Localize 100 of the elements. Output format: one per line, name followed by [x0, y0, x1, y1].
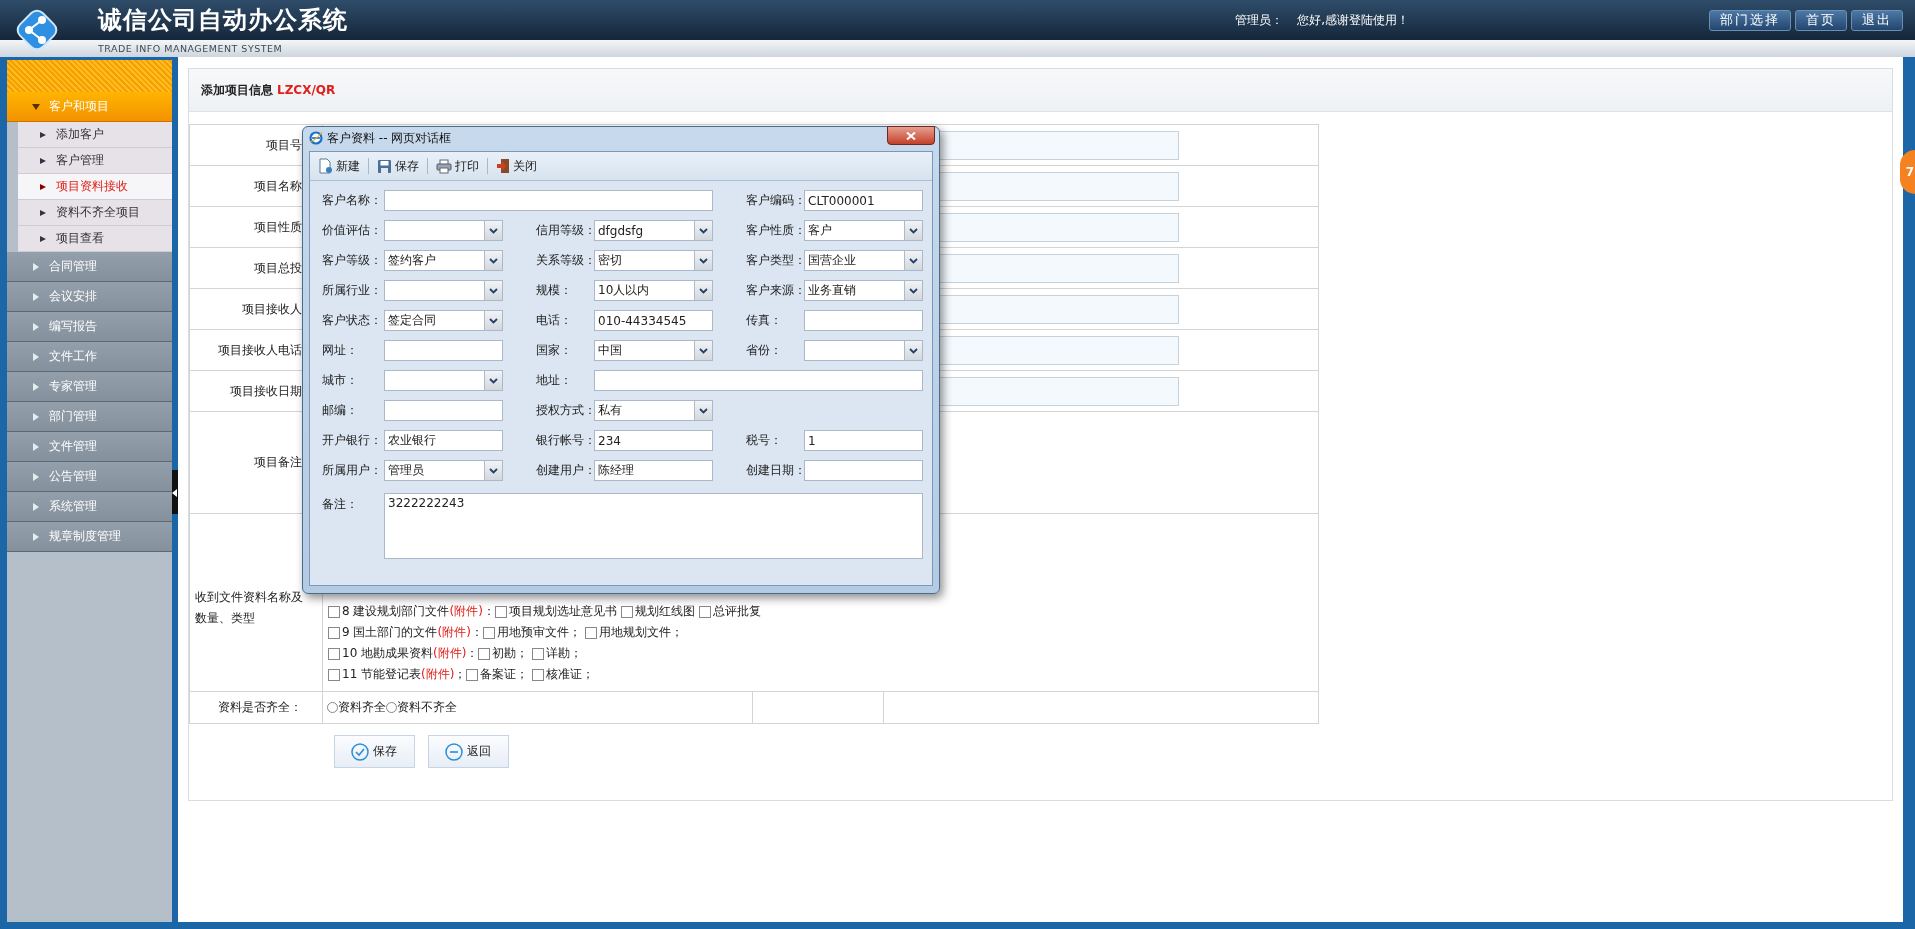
checkbox[interactable] [478, 647, 491, 660]
input-field[interactable] [804, 460, 923, 481]
chevron-down-icon [699, 407, 708, 414]
field-label: 授权方式： [535, 402, 594, 419]
input-field[interactable] [384, 340, 503, 361]
chevron-down-icon [909, 227, 918, 234]
field-label: 客户性质： [745, 222, 804, 239]
field-label: 备注： [321, 496, 359, 513]
dropdown[interactable]: 国营企业 [804, 250, 923, 271]
chevron-down-icon [909, 257, 918, 264]
field-label: 网址： [321, 342, 359, 359]
sidebar-item[interactable]: 客户管理 [18, 148, 172, 174]
field-label: 客户编码： [745, 192, 804, 209]
chevron-down-icon [489, 467, 498, 474]
collapsed-icon [31, 321, 41, 332]
checkbox[interactable] [698, 605, 711, 618]
save-button[interactable]: 保存 [333, 735, 415, 768]
dropdown[interactable] [384, 370, 503, 391]
separator-text: ： [466, 645, 479, 662]
sidebar-item[interactable]: 项目资料接收 [18, 174, 172, 200]
chevron-down-icon [489, 377, 498, 384]
attachment-link[interactable]: (附件) [433, 645, 467, 662]
dropdown[interactable] [804, 340, 923, 361]
dropdown[interactable]: dfgdsfg [594, 220, 713, 241]
field-label: 关系等级： [535, 252, 594, 269]
field-label: 城市： [321, 372, 359, 389]
checkbox[interactable] [494, 605, 507, 618]
dropdown[interactable]: 管理员 [384, 460, 503, 481]
dialog-title: 客户资料 -- 网页对话框 [327, 129, 452, 147]
input-field[interactable]: CLT000001 [804, 190, 923, 211]
bullet-icon [40, 235, 46, 242]
input-field[interactable]: 234 [594, 430, 713, 451]
sidebar-item[interactable]: 添加客户 [18, 122, 172, 148]
printer-icon [436, 158, 452, 174]
dropdown[interactable] [384, 280, 503, 301]
chevron-down-icon [909, 287, 918, 294]
dropdown[interactable] [384, 220, 503, 241]
header-button[interactable]: 首页 [1795, 9, 1847, 31]
dropdown[interactable]: 10人以内 [594, 280, 713, 301]
toolbar-button[interactable]: 打印 [434, 157, 481, 175]
checkbox[interactable] [328, 647, 340, 660]
dropdown[interactable]: 客户 [804, 220, 923, 241]
bullet-icon [40, 131, 46, 138]
collapse-handle[interactable] [172, 470, 178, 514]
chevron-down-icon [489, 227, 498, 234]
input-field[interactable] [594, 370, 923, 391]
sidebar-item[interactable]: 资料不齐全项目 [18, 200, 172, 226]
field-label: 创建日期： [745, 462, 804, 479]
bullet-icon [40, 183, 46, 190]
sidebar-item[interactable]: 项目查看 [18, 226, 172, 252]
chevron-down-icon [699, 257, 708, 264]
field-label: 信用等级： [535, 222, 594, 239]
input-field[interactable]: 农业银行 [384, 430, 503, 451]
toolbar-button[interactable]: 保存 [375, 157, 421, 175]
dropdown[interactable]: 业务直销 [804, 280, 923, 301]
checkbox[interactable] [328, 605, 340, 618]
collapsed-icon [31, 381, 41, 392]
input-field[interactable] [804, 310, 923, 331]
separator-text: ： [482, 603, 495, 620]
dropdown[interactable]: 签约客户 [384, 250, 503, 271]
minus-circle-icon [445, 742, 463, 761]
app-title: 诚信公司自动办公系统 [98, 5, 348, 36]
text-area[interactable]: 3222222243 [384, 493, 923, 559]
field-label: 资料是否齐全： [189, 691, 323, 724]
checkbox[interactable] [328, 626, 340, 639]
checkbox[interactable] [532, 668, 545, 681]
field-label: 客户类型： [745, 252, 804, 269]
input-field[interactable] [384, 400, 503, 421]
field-label: 传真： [745, 312, 783, 329]
attachment-link[interactable]: (附件) [421, 666, 455, 683]
chevron-down-icon [909, 347, 918, 354]
input-field[interactable]: 1 [804, 430, 923, 451]
checkbox[interactable] [620, 605, 633, 618]
attachment-link[interactable]: (附件) [437, 624, 471, 641]
dropdown[interactable]: 私有 [594, 400, 713, 421]
collapsed-icon [31, 471, 41, 482]
input-field[interactable]: 陈经理 [594, 460, 713, 481]
field-label: 客户状态： [321, 312, 383, 329]
field-label: 客户等级： [321, 252, 383, 269]
chevron-down-icon [699, 287, 708, 294]
dropdown[interactable]: 密切 [594, 250, 713, 271]
header-button[interactable]: 部门选择 [1709, 9, 1791, 31]
header-button[interactable]: 退出 [1851, 9, 1903, 31]
attachment-link[interactable]: (附件) [449, 603, 483, 620]
dropdown[interactable]: 签定合同 [384, 310, 503, 331]
checkbox[interactable] [584, 626, 597, 639]
radio-button[interactable] [386, 702, 397, 713]
checkbox-label: 详勘； [546, 645, 583, 662]
checkbox[interactable] [482, 626, 495, 639]
close-button[interactable] [887, 126, 935, 145]
radio-label: 资料不齐全 [397, 699, 457, 716]
checkbox[interactable] [466, 668, 479, 681]
toolbar-button[interactable]: 关闭 [494, 157, 539, 175]
input-field[interactable]: 010-44334545 [594, 310, 713, 331]
radio-button[interactable] [327, 702, 338, 713]
back-button[interactable]: 返回 [427, 735, 509, 768]
dropdown[interactable]: 中国 [594, 340, 713, 361]
input-field[interactable] [384, 190, 713, 211]
checkbox[interactable] [532, 647, 545, 660]
checkbox[interactable] [328, 668, 340, 681]
